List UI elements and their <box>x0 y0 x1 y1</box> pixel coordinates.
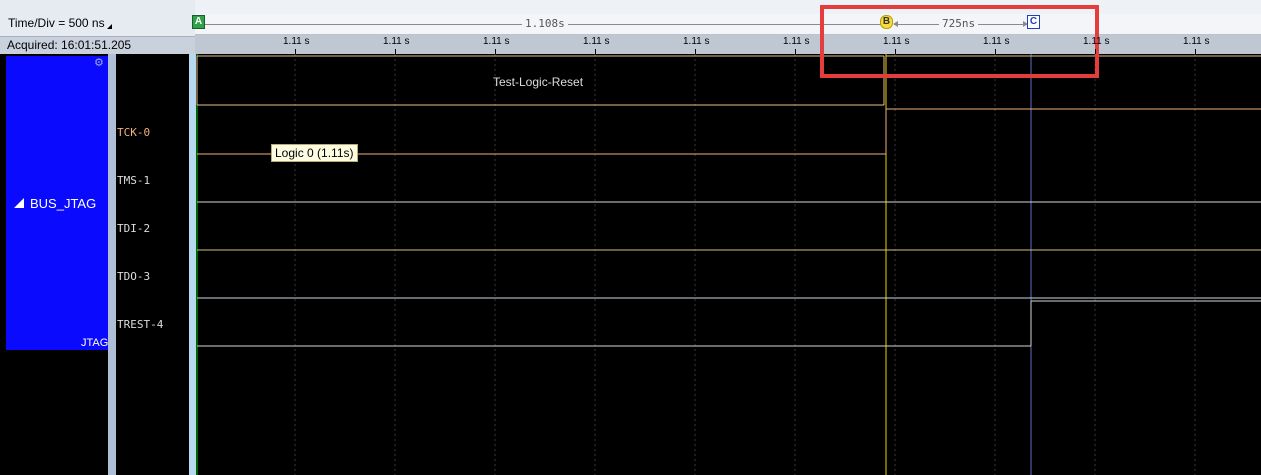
dropdown-caret-icon[interactable] <box>107 24 112 29</box>
measure-ab-label: 1.108s <box>522 17 568 30</box>
ruler-tick-label: 1.11 s <box>583 36 610 47</box>
top-tab-strip <box>195 0 1261 15</box>
signal-names-panel <box>116 54 189 475</box>
annotation-highlight-box <box>820 5 1099 78</box>
ruler-tick-label: 1.11 s <box>683 36 710 47</box>
ruler-tick-label: 1.11 s <box>283 36 310 47</box>
ruler-tick-mark <box>1195 49 1196 54</box>
acquired-timestamp: Acquired: 16:01:51.205 <box>0 36 195 54</box>
decode-state-label: Test-Logic-Reset <box>493 75 584 89</box>
ruler-tick-mark <box>895 49 896 54</box>
ruler-tick-label: 1.11 s <box>1083 36 1110 47</box>
ruler-tick-label: 1.11 s <box>783 36 810 47</box>
ruler-tick-mark <box>395 49 396 54</box>
ruler-tick-label: 1.11 s <box>983 36 1010 47</box>
ruler-tick-mark <box>695 49 696 54</box>
waveform-canvas <box>196 54 1261 475</box>
collapse-triangle-icon[interactable] <box>14 198 24 208</box>
acquired-label: Acquired: 16:01:51.205 <box>7 38 132 52</box>
ruler-tick-mark <box>595 49 596 54</box>
ruler-tick-label: 1.11 s <box>383 36 410 47</box>
marker-a-icon[interactable]: A <box>192 15 205 29</box>
value-tooltip: Logic 0 (1.11s) <box>271 144 358 162</box>
signal-name-trest[interactable]: TREST-4 <box>117 318 163 331</box>
ruler-tick-mark <box>1095 49 1096 54</box>
settings-gear-icon[interactable]: ⚙ <box>94 56 104 69</box>
signal-name-tdo[interactable]: TDO-3 <box>117 270 150 283</box>
time-div-selector[interactable]: Time/Div = 500 ns <box>8 16 105 30</box>
waveform-grid <box>294 54 1196 475</box>
bus-name-label: BUS_JTAG <box>30 196 97 211</box>
waveform-area[interactable] <box>196 54 1261 475</box>
signal-name-tdi[interactable]: TDI-2 <box>117 222 150 235</box>
ruler-tick-mark <box>795 49 796 54</box>
ruler-tick-mark <box>995 49 996 54</box>
signal-name-tck[interactable]: TCK-0 <box>117 126 150 139</box>
ruler-tick-mark <box>495 49 496 54</box>
signal-name-tms[interactable]: TMS-1 <box>117 174 150 187</box>
panel-divider[interactable] <box>108 54 116 475</box>
ruler-tick-mark <box>295 49 296 54</box>
waveform-trest <box>197 300 1261 347</box>
ruler-tick-label: 1.11 s <box>483 36 510 47</box>
ruler-tick-label: 1.11 s <box>883 36 910 47</box>
names-divider[interactable] <box>189 54 196 475</box>
bus-protocol-label: JTAG <box>81 337 109 349</box>
ruler-tick-label: 1.11 s <box>1183 36 1210 47</box>
